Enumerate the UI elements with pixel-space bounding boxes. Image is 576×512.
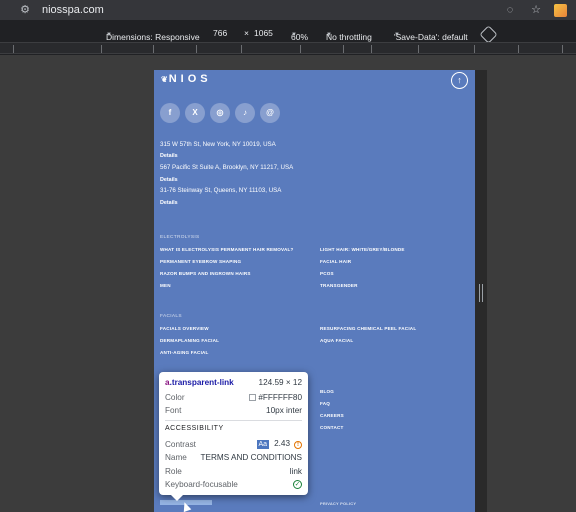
footer-link[interactable]: PCOS — [320, 271, 334, 276]
site-logo[interactable]: ❦NIOS — [161, 73, 212, 85]
address-manhattan: 315 W 57th St, New York, NY 10019, USA — [160, 141, 276, 148]
color-label: Color — [165, 393, 185, 402]
site-info-icon[interactable]: ⚙ — [18, 3, 32, 17]
eye-slash-icon[interactable]: ◌ — [502, 2, 518, 18]
accessibility-header: ACCESSIBILITY — [165, 425, 224, 432]
back-to-top-button[interactable]: ↑ — [451, 72, 468, 89]
x-icon[interactable]: X — [185, 103, 205, 123]
name-value: TERMS AND CONDITIONS — [200, 453, 302, 462]
times-symbol: × — [244, 28, 249, 38]
footer-link[interactable]: PERMANENT EYEBROW SHAPING — [160, 259, 241, 264]
tiktok-icon[interactable]: ♪ — [235, 103, 255, 123]
social-links: f X ◎ ♪ @ — [160, 103, 285, 123]
tooltip-arrow — [171, 495, 183, 501]
inspect-tooltip: a.transparent-link 124.59 × 12 Color #FF… — [159, 372, 308, 495]
facebook-icon[interactable]: f — [160, 103, 180, 123]
contrast-label: Contrast — [165, 439, 196, 449]
rotate-icon[interactable] — [479, 25, 498, 44]
color-swatch-icon — [249, 394, 257, 402]
privacy-policy-link[interactable]: PRIVACY POLICY — [320, 501, 356, 506]
threads-icon[interactable]: @ — [260, 103, 280, 123]
footer-link[interactable]: TRANSGENDER — [320, 283, 358, 288]
instagram-icon[interactable]: ◎ — [210, 103, 230, 123]
name-label: Name — [165, 453, 187, 462]
footer-link[interactable]: CAREERS — [320, 413, 344, 418]
checkmark-icon: ✓ — [293, 480, 302, 489]
viewport-resize-handle[interactable] — [479, 284, 483, 302]
details-link[interactable]: Details — [160, 177, 178, 183]
footer-link[interactable]: DERMAPLANING FACIAL — [160, 338, 219, 343]
width-input[interactable]: 766 — [213, 28, 227, 38]
bookmark-star-icon[interactable]: ☆ — [528, 2, 544, 18]
font-value: 10px inter — [266, 406, 302, 415]
details-link[interactable]: Details — [160, 153, 178, 159]
footer-link[interactable]: WHAT IS ELECTROLYSIS PERMANENT HAIR REMO… — [160, 247, 294, 252]
footer-link[interactable]: FACIAL HAIR — [320, 259, 351, 264]
electrolysis-heading: ELECTROLYSIS — [160, 235, 200, 240]
warning-icon: ! — [294, 441, 302, 449]
footer-link[interactable]: CONTACT — [320, 425, 344, 430]
footer-link[interactable]: RESURFACING CHEMICAL PEEL FACIAL — [320, 326, 416, 331]
font-label: Font — [165, 406, 182, 415]
device-toolbar: Dimensions: Responsive ▼ 766 × 1065 60% … — [0, 24, 576, 44]
color-value: #FFFFFF80 — [249, 393, 302, 402]
footer-link[interactable]: RAZOR BUMPS AND INGROWN HAIRS — [160, 271, 251, 276]
footer-link[interactable]: FACIALS OVERVIEW — [160, 326, 209, 331]
address-queens: 31-76 Steinway St, Queens, NY 11103, USA — [160, 187, 282, 194]
keyboard-focusable-label: Keyboard-focusable — [165, 480, 238, 489]
footer-link[interactable]: BLOG — [320, 389, 334, 394]
contrast-sample: Aa — [256, 440, 270, 449]
url-text[interactable]: niosspa.com — [42, 4, 104, 16]
contrast-value: Aa 2.43! — [256, 439, 302, 449]
footer-link[interactable]: ANTI-AGING FACIAL — [160, 350, 209, 355]
details-link[interactable]: Details — [160, 200, 178, 206]
element-size: 124.59 × 12 — [258, 378, 302, 387]
height-input[interactable]: 1065 — [254, 28, 273, 38]
role-label: Role — [165, 467, 182, 476]
footer-link[interactable]: MEN — [160, 283, 171, 288]
footer-link[interactable]: AQUA FACIAL — [320, 338, 353, 343]
footer-link[interactable]: LIGHT HAIR: WHITE/GREY/BLONDE — [320, 247, 405, 252]
facials-heading: FACIALS — [160, 314, 182, 319]
footer-link[interactable]: FAQ — [320, 401, 330, 406]
extension-icon[interactable] — [554, 3, 567, 17]
divider — [165, 420, 302, 421]
element-selector: a.transparent-link — [165, 378, 234, 387]
role-value: link — [289, 467, 302, 476]
address-bar[interactable]: ⚙ niosspa.com ◌ ☆ — [0, 0, 576, 20]
media-query-ruler[interactable] — [0, 42, 576, 54]
address-brooklyn: 567 Pacific St Suite A, Brooklyn, NY 112… — [160, 164, 294, 171]
